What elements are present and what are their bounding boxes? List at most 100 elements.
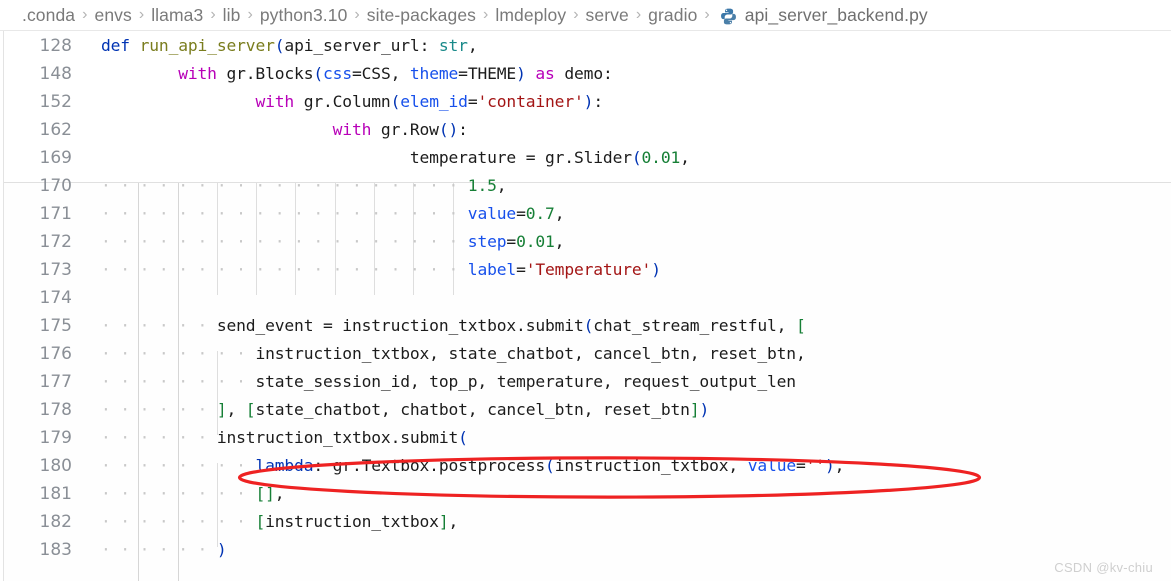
code-text: · · · · · · · · state_session_id, top_p,… (101, 368, 796, 396)
line-number: 170 (39, 176, 72, 196)
code-token: =CSS, (351, 64, 410, 83)
code-token: [] (255, 484, 275, 503)
code-line[interactable]: 180 · · · · · · · · lambda: gr.Textbox.po… (0, 452, 1171, 480)
code-line[interactable]: 182 · · · · · · · · [instruction_txtbox], (0, 508, 1171, 536)
code-token: = (796, 456, 806, 475)
code-text: · · · · · · · · · · · · · · · · · · · la… (101, 256, 661, 284)
code-line[interactable]: 183 · · · · · · ) (0, 536, 1171, 564)
breadcrumb-item-lmdeploy[interactable]: lmdeploy (495, 5, 566, 26)
code-token: 0.01 (516, 232, 555, 251)
whitespace-leader: · · · · · · · · (101, 344, 256, 363)
code-token: , (226, 400, 246, 419)
code-line[interactable]: 170 · · · · · · · · · · · · · · · · · · ·… (0, 172, 1171, 200)
code-token: label (467, 260, 517, 279)
code-token: value (467, 204, 517, 223)
code-token: ( (313, 64, 324, 83)
breadcrumb-separator-icon: › (573, 6, 579, 23)
code-token: , (448, 512, 459, 531)
code-line[interactable]: 128 def run_api_server(api_server_url: st… (0, 32, 1171, 60)
code-token: instruction_txtbox, state_chatbot, cance… (255, 344, 806, 363)
code-token: ( (274, 36, 285, 55)
code-line[interactable]: 148 with gr.Blocks(css=CSS, theme=THEME)… (0, 60, 1171, 88)
code-text: temperature = gr.Slider(0.01, (101, 144, 690, 172)
code-token: ( (390, 92, 401, 111)
whitespace-leader: · · · · · · · · (101, 484, 256, 503)
whitespace-leader: · · · · · · (101, 540, 217, 559)
code-token: step (467, 232, 507, 251)
code-line[interactable]: 178 · · · · · · ], [state_chatbot, chatbo… (0, 396, 1171, 424)
breadcrumb-item--conda[interactable]: .conda (22, 5, 75, 26)
whitespace-leader: · · · · · · · · · · · · · · · · · · · (101, 176, 468, 195)
breadcrumb-item-site-packages[interactable]: site-packages (367, 5, 476, 26)
code-line[interactable]: 169 temperature = gr.Slider(0.01, (0, 144, 1171, 172)
breadcrumb-separator-icon: › (247, 6, 253, 23)
code-text: · · · · · · · · lambda: gr.Textbox.postp… (101, 452, 844, 480)
line-number: 182 (39, 512, 72, 532)
whitespace-leader: · · · · · · · · (101, 456, 256, 475)
code-token: instruction_txtbox, (554, 456, 748, 475)
line-number: 169 (39, 148, 72, 168)
breadcrumb-file-name[interactable]: api_server_backend.py (745, 5, 928, 26)
code-line[interactable]: 175 · · · · · · send_event = instruction_… (0, 312, 1171, 340)
code-lines[interactable]: 128 def run_api_server(api_server_url: st… (0, 31, 1171, 581)
code-token: : (593, 92, 603, 111)
code-token: gr.Blocks (216, 64, 314, 83)
code-line[interactable]: 152 with gr.Column(elem_id='container'): (0, 88, 1171, 116)
breadcrumb-item-python3-10[interactable]: python3.10 (260, 5, 348, 26)
breadcrumb-item-serve[interactable]: serve (586, 5, 629, 26)
breadcrumb-item-gradio[interactable]: gradio (648, 5, 697, 26)
code-line[interactable]: 177 · · · · · · · · state_session_id, top… (0, 368, 1171, 396)
whitespace-leader (101, 120, 217, 139)
code-line[interactable]: 171 · · · · · · · · · · · · · · · · · · ·… (0, 200, 1171, 228)
code-line[interactable]: 162 with gr.Row(): (0, 116, 1171, 144)
line-number: 152 (39, 92, 72, 112)
code-token: gr.Column (294, 92, 391, 111)
code-token: , (554, 232, 565, 251)
code-token: api_server_url (284, 36, 420, 55)
breadcrumb-separator-icon: › (483, 6, 489, 23)
breadcrumb-separator-icon: › (704, 6, 710, 23)
breadcrumb-item-llama3[interactable]: llama3 (151, 5, 203, 26)
whitespace-leader: · · · · · · · · · · · · · · · · · · · (101, 232, 468, 251)
code-token: , (467, 36, 478, 55)
code-token: ) (699, 400, 710, 419)
whitespace-leader: · · · · · · · · · · · · · · · · · · · (101, 260, 468, 279)
breadcrumb-item-lib[interactable]: lib (223, 5, 241, 26)
breadcrumb-item-envs[interactable]: envs (94, 5, 131, 26)
code-editor[interactable]: 128 def run_api_server(api_server_url: st… (0, 31, 1171, 581)
line-number: 177 (39, 372, 72, 392)
code-token: chat_stream_restful, (593, 316, 796, 335)
line-number: 173 (39, 260, 72, 280)
code-token: ( (458, 428, 468, 447)
code-text: def run_api_server(api_server_url: str, (101, 32, 478, 60)
code-token: run_api_server (139, 36, 275, 55)
whitespace-leader: · · · · · · · · · · · · · · · · · · · (101, 204, 468, 223)
whitespace-leader: · · · · · · · · (101, 372, 256, 391)
code-token: elem_id (400, 92, 468, 111)
code-token: theme (409, 64, 459, 83)
breadcrumb[interactable]: .conda › envs › llama3 › lib › python3.10 › site-p… (0, 0, 1171, 31)
code-line[interactable]: 176 · · · · · · · · instruction_txtbox, s… (0, 340, 1171, 368)
line-number: 180 (39, 456, 72, 476)
code-line[interactable]: 174 (0, 284, 1171, 312)
code-token: = (516, 204, 526, 223)
code-line[interactable]: 173 · · · · · · · · · · · · · · · · · · ·… (0, 256, 1171, 284)
code-token: with (178, 64, 217, 83)
code-line[interactable]: 172 · · · · · · · · · · · · · · · · · · ·… (0, 228, 1171, 256)
code-token: ) (651, 260, 661, 279)
code-token: : gr.Textbox. (313, 456, 439, 475)
code-line[interactable]: 179 · · · · · · instruction_txtbox.submit… (0, 424, 1171, 452)
code-token: value (747, 456, 796, 475)
code-token: lambda (255, 456, 314, 475)
breadcrumb-separator-icon: › (138, 6, 145, 23)
code-token: , (554, 204, 565, 223)
whitespace-leader: · · · · · · (101, 400, 217, 419)
code-text: · · · · · · · · · · · · · · · · · · · va… (101, 200, 564, 228)
whitespace-leader (101, 92, 178, 111)
code-text: with gr.Blocks(css=CSS, theme=THEME) as … (101, 60, 613, 88)
code-token: state_session_id, top_p, temperature, re… (255, 372, 796, 391)
code-token: ) (216, 540, 227, 559)
code-line[interactable]: 181 · · · · · · · · [], (0, 480, 1171, 508)
